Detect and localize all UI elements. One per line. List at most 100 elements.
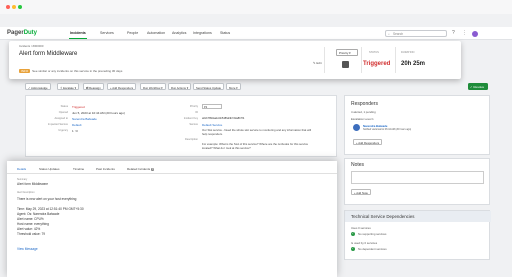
run-actions-button[interactable]: Run Actions ▾ bbox=[168, 83, 192, 90]
alert-description-label: Alert Description bbox=[17, 191, 35, 194]
used-by-value: No dependent services bbox=[358, 247, 387, 251]
alert-line: Host name: everything bbox=[17, 222, 49, 226]
nav-automation[interactable]: Automation bbox=[147, 31, 165, 35]
priority-field-label: Priority bbox=[189, 105, 198, 108]
close-window-button[interactable] bbox=[6, 5, 10, 9]
notes-panel: Notes + Add Note bbox=[344, 158, 490, 205]
tab-label: Related Incidents bbox=[127, 167, 151, 171]
divider bbox=[324, 47, 325, 73]
incident-tabs-card: Details Status Updates Timeline Past Inc… bbox=[7, 161, 337, 277]
logo-text: Pager bbox=[7, 30, 24, 36]
minimize-window-button[interactable] bbox=[12, 5, 16, 9]
nav-integrations[interactable]: Integrations bbox=[193, 31, 212, 35]
summary-value: Alert form Middleware bbox=[17, 182, 48, 186]
uses-services-label: Uses 0 services bbox=[351, 226, 371, 230]
service-description-example: For example: What is the SLA of this ser… bbox=[202, 142, 309, 151]
add-responders-button[interactable]: + Add Responders bbox=[107, 83, 137, 90]
escalate-button[interactable]: ⇧ Escalate ▾ bbox=[57, 83, 80, 90]
notes-title: Notes bbox=[351, 162, 365, 168]
notes-textarea[interactable] bbox=[351, 171, 484, 184]
alert-line: There is new alert on your host everythi… bbox=[17, 197, 77, 201]
edit-label: Edit bbox=[316, 61, 322, 65]
uses-services-value: No supporting services bbox=[358, 232, 387, 236]
search-placeholder: Search bbox=[393, 32, 404, 36]
logo[interactable]: PagerDuty bbox=[7, 30, 37, 36]
alert-line: Threshold value: 79 bbox=[17, 232, 45, 236]
service-value[interactable]: Default Service bbox=[202, 123, 222, 127]
more-button[interactable]: More ▾ bbox=[226, 83, 241, 90]
status-value: Triggered bbox=[363, 61, 391, 67]
check-icon: ✓ bbox=[351, 232, 355, 236]
impacted-service-value[interactable]: Default bbox=[72, 123, 82, 127]
add-responders-panel-button[interactable]: + Add Responders bbox=[353, 139, 383, 145]
nav-analytics[interactable]: Analytics bbox=[172, 31, 186, 35]
nav-people[interactable]: People bbox=[127, 31, 138, 35]
help-icon[interactable]: ? bbox=[452, 30, 455, 36]
tab-timeline[interactable]: Timeline bbox=[73, 167, 84, 171]
used-by-label: Is used by 0 services bbox=[351, 241, 378, 245]
button-label: Add Responders bbox=[358, 141, 380, 145]
related-count-badge: 0 bbox=[151, 168, 155, 171]
similar-incidents-hint: INFO See similar or any incidents on this… bbox=[19, 69, 122, 73]
tab-past-incidents[interactable]: Past Incidents bbox=[96, 167, 115, 171]
nav-status[interactable]: Status bbox=[220, 31, 230, 35]
send-status-update-button[interactable]: Send Status Update bbox=[193, 83, 225, 90]
responders-panel: Responders 4 alerted, 1 pending Escalati… bbox=[344, 95, 490, 155]
breadcrumb[interactable]: Incidents / #000000 bbox=[19, 44, 43, 48]
tech-dependencies-title: Technical Service Dependencies bbox=[351, 214, 415, 219]
incident-header-card: Incidents / #000000 Alert form Middlewar… bbox=[9, 41, 461, 79]
status-field-value: Triggered bbox=[72, 105, 85, 109]
view-message-link[interactable]: View Message bbox=[17, 247, 38, 251]
status-field-label: Status bbox=[60, 105, 68, 108]
tab-details[interactable]: Details bbox=[15, 167, 28, 174]
alert-line: Agent: Os: Narendra Balwade bbox=[17, 212, 60, 216]
button-label: Run Actions ▾ bbox=[171, 85, 189, 90]
tab-status-updates[interactable]: Status Updates bbox=[39, 167, 60, 171]
opened-value: Jun 5, 2023 at 10:44 AM (20 hours ago) bbox=[72, 111, 125, 115]
urgency-label: Urgency bbox=[58, 129, 68, 132]
user-avatar[interactable] bbox=[472, 30, 478, 37]
search-icon: ⌕ bbox=[388, 32, 390, 36]
run-workflow-button[interactable]: Run Workflow ▾ bbox=[140, 83, 166, 90]
button-label: More ▾ bbox=[229, 85, 238, 90]
alert-line: Alert name: CPU% bbox=[17, 217, 44, 221]
tab-related-incidents[interactable]: Related Incidents 0 bbox=[127, 167, 155, 171]
reassign-button[interactable]: ⇄ Reassign bbox=[83, 83, 104, 90]
status-label: STATUS bbox=[369, 51, 379, 54]
service-description: Our Slot service - Need the whole slot s… bbox=[202, 128, 311, 137]
button-label: Acknowledge bbox=[30, 85, 48, 90]
duration-value: 20h 25m bbox=[401, 61, 426, 67]
assigned-label: Assigned to bbox=[54, 117, 68, 120]
button-label: Reassign bbox=[89, 85, 101, 90]
summary-label: Summary bbox=[17, 178, 28, 181]
maximize-window-button[interactable] bbox=[18, 5, 22, 9]
button-label: Add Responders bbox=[112, 85, 134, 90]
urgency-value: 1 ↑3 bbox=[72, 129, 78, 133]
search-input[interactable]: ⌕ Search bbox=[385, 30, 447, 37]
responders-count: 4 alerted, 1 pending bbox=[351, 110, 376, 114]
id-label: ID bbox=[195, 111, 198, 114]
opened-label: Opened bbox=[58, 111, 68, 114]
incident-details-panel: Status Triggered Opened Jun 5, 2023 at 1… bbox=[25, 95, 337, 157]
service-label: Service bbox=[189, 123, 198, 126]
hint-text[interactable]: See similar or any incidents on this ser… bbox=[32, 69, 122, 73]
priority-select[interactable]: Priority ▾ bbox=[336, 49, 358, 56]
alert-line: Time: May 29, 2023 at 12:51:40 PM GMT+5:… bbox=[17, 207, 84, 211]
escalation-level: Escalation Level 1 bbox=[351, 117, 374, 121]
impacted-service-label: Impacted Service bbox=[47, 123, 68, 126]
nav-services[interactable]: Services bbox=[100, 31, 114, 35]
priority-field-select[interactable]: P2 bbox=[202, 104, 222, 109]
app-navbar: PagerDuty Incidents Services People Auto… bbox=[0, 27, 512, 40]
nav-incidents[interactable]: Incidents bbox=[69, 31, 87, 39]
button-label: Escalate ▾ bbox=[63, 85, 77, 90]
incident-title: Alert form Middleware bbox=[19, 51, 78, 57]
alert-line: Alert value: 42% bbox=[17, 227, 41, 231]
edit-title-button[interactable]: ✎ Edit bbox=[313, 61, 322, 65]
add-note-button[interactable]: + Add Note bbox=[351, 189, 371, 195]
check-icon: ✓ bbox=[351, 247, 355, 251]
incident-key-label: Incident Key bbox=[183, 117, 198, 120]
acknowledge-button[interactable]: ✓ Acknowledge bbox=[25, 83, 51, 90]
assigned-value[interactable]: Narendra Balwade bbox=[72, 117, 97, 121]
apps-icon[interactable]: ⋮ bbox=[462, 30, 467, 36]
resolve-button[interactable]: ✓ Resolve bbox=[468, 83, 488, 90]
